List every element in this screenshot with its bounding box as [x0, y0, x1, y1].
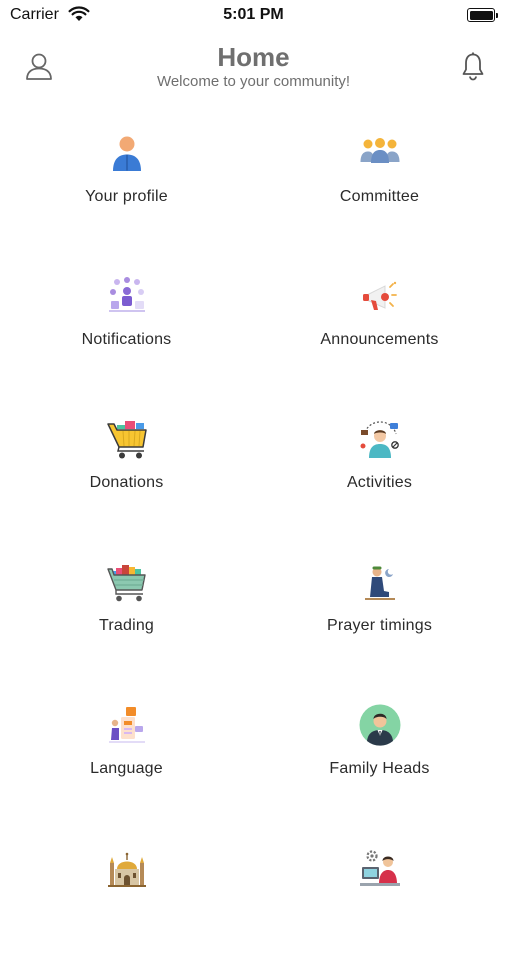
prayer-icon	[359, 561, 401, 603]
menu-tile-prayer-timings[interactable]: Prayer timings	[253, 549, 506, 692]
menu-tile-label: Trading	[98, 617, 155, 634]
battery-icon	[467, 8, 498, 22]
notifications-button[interactable]	[457, 50, 489, 82]
menu-tile-computer-user[interactable]	[253, 835, 506, 978]
megaphone-icon	[359, 275, 401, 317]
page-title: Home	[217, 42, 290, 72]
menu-tile-label: Committee	[339, 188, 420, 205]
menu-tile-label: Notifications	[81, 331, 172, 348]
committee-icon	[359, 132, 401, 174]
menu-tile-trading[interactable]: Trading	[0, 549, 253, 692]
menu-tile-label: Prayer timings	[326, 617, 433, 634]
mosque-icon	[106, 847, 148, 889]
status-bar: Carrier 5:01 PM	[0, 0, 507, 32]
family-head-icon	[359, 704, 401, 746]
menu-tile-label: Your profile	[85, 188, 168, 205]
menu-tile-your-profile[interactable]: Your profile	[0, 120, 253, 263]
profile-icon	[106, 132, 148, 174]
header: Home Welcome to your community!	[0, 36, 507, 106]
activities-icon	[359, 418, 401, 460]
menu-tile-label: Donations	[89, 474, 164, 491]
menu-tile-activities[interactable]: Activities	[253, 406, 506, 549]
trading-cart-icon	[106, 561, 148, 603]
menu-tile-label: Activities	[346, 474, 413, 491]
status-time: 5:01 PM	[223, 6, 284, 23]
menu-tile-label: Announcements	[320, 331, 439, 348]
menu-tile-committee[interactable]: Committee	[253, 120, 506, 263]
menu-tile-announcements[interactable]: Announcements	[253, 263, 506, 406]
menu-tile-mosque[interactable]	[0, 835, 253, 978]
bell-icon	[462, 52, 484, 81]
menu-tile-notifications[interactable]: Notifications	[0, 263, 253, 406]
menu-tile-language[interactable]: Language	[0, 692, 253, 835]
menu-tile-donations[interactable]: Donations	[0, 406, 253, 549]
page-subtitle: Welcome to your community!	[156, 73, 351, 90]
notifications-illustration-icon	[106, 275, 148, 317]
menu-tile-family-heads[interactable]: Family Heads	[253, 692, 506, 835]
language-icon	[106, 704, 148, 746]
shopping-cart-icon	[106, 418, 148, 460]
menu-tile-label: Family Heads	[329, 760, 430, 777]
computer-user-icon	[359, 847, 401, 889]
menu-tile-label: Language	[90, 760, 163, 777]
